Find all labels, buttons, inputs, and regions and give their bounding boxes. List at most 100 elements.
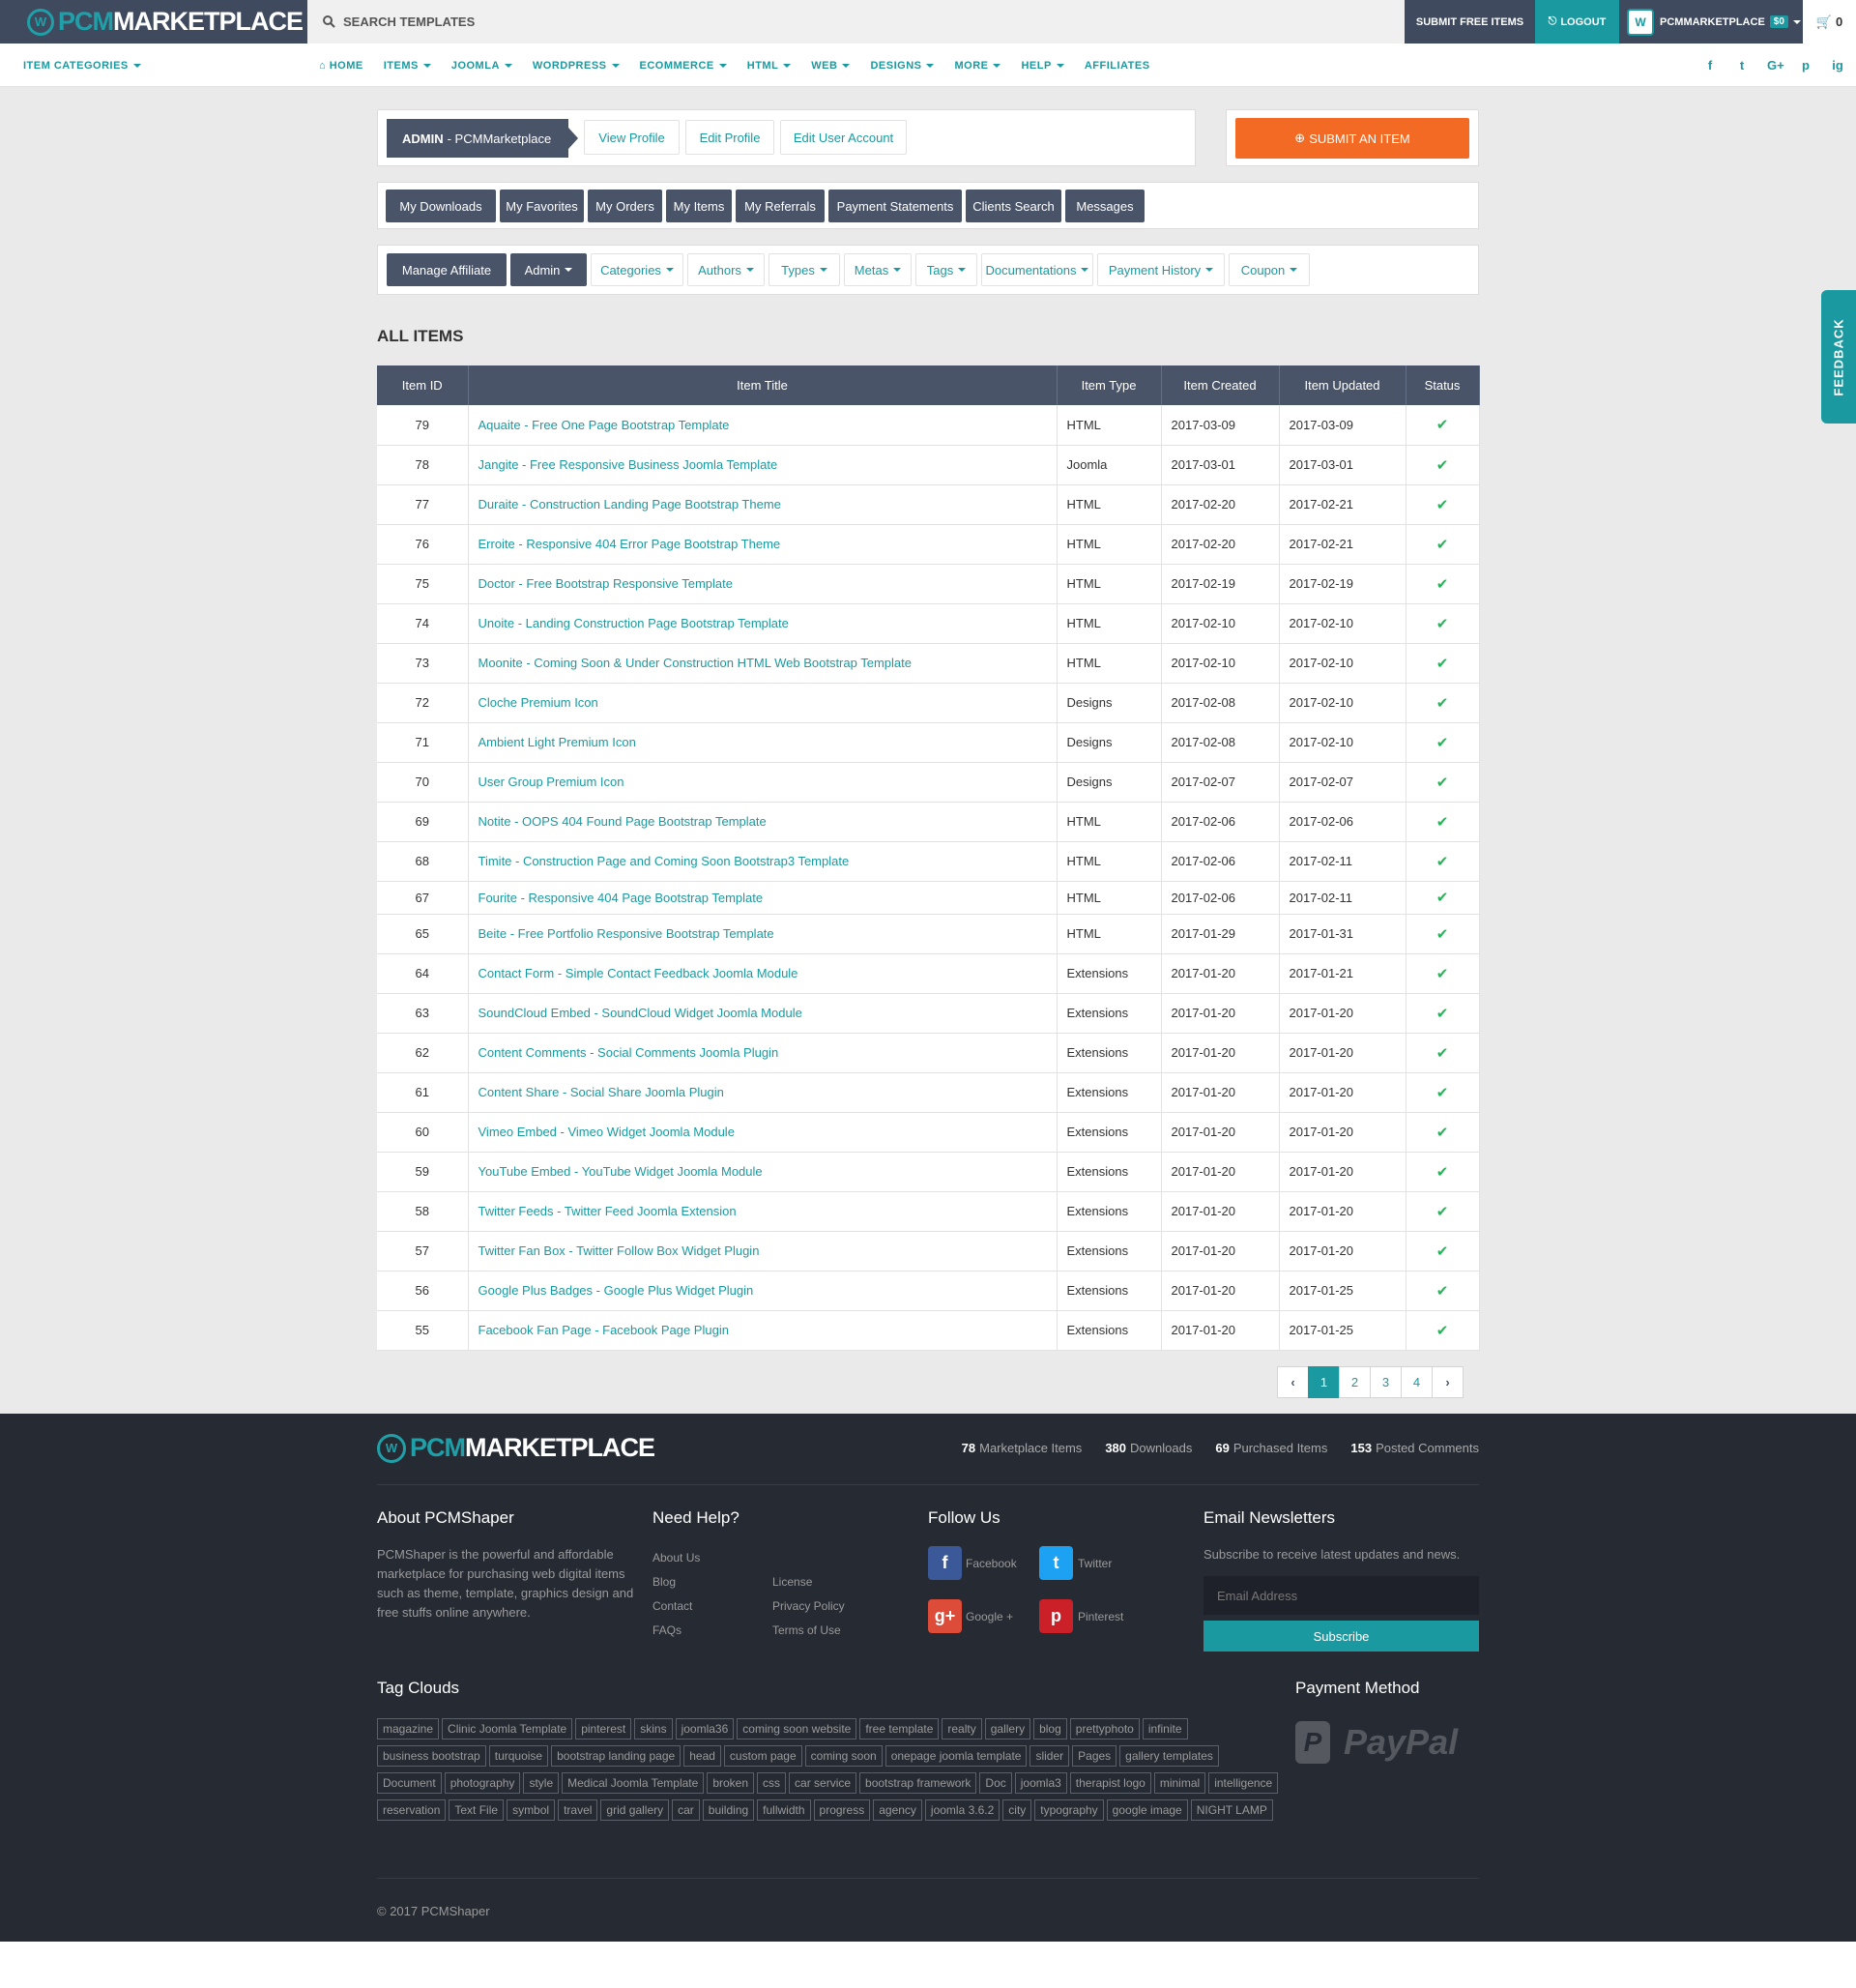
tag-item[interactable]: custom page <box>723 1745 802 1767</box>
tag-item[interactable]: head <box>683 1745 721 1767</box>
pinterest-link[interactable]: Pinterest <box>1078 1610 1123 1623</box>
submit-an-item-button[interactable]: ⊕ SUBMIT AN ITEM <box>1235 118 1469 159</box>
link-privacy-policy[interactable]: Privacy Policy <box>772 1599 845 1613</box>
col-header-status[interactable]: Status <box>1406 365 1480 405</box>
cell-item-title-link[interactable]: Doctor - Free Bootstrap Responsive Templ… <box>468 564 1058 604</box>
google-plus-link[interactable]: Google + <box>966 1610 1013 1623</box>
tab-my-items[interactable]: My Items <box>666 190 732 222</box>
cell-item-title-link[interactable]: Fourite - Responsive 404 Page Bootstrap … <box>468 881 1058 915</box>
nav-joomla[interactable]: JOOMLA <box>451 60 512 72</box>
google-plus-icon[interactable]: G+ <box>1767 58 1784 73</box>
cell-item-title-link[interactable]: Beite - Free Portfolio Responsive Bootst… <box>468 914 1058 954</box>
facebook-icon[interactable]: f <box>928 1546 962 1580</box>
pinterest-icon[interactable]: p <box>1799 58 1812 73</box>
next-page-icon[interactable]: › <box>1432 1366 1464 1398</box>
tag-item[interactable]: reservation <box>377 1799 447 1821</box>
nav-wordpress[interactable]: WORDPRESS <box>533 60 620 72</box>
footer-logo[interactable]: W PCM MARKETPLACE <box>377 1433 655 1463</box>
prev-page-icon[interactable]: ‹ <box>1277 1366 1309 1398</box>
page-1[interactable]: 1 <box>1308 1366 1340 1398</box>
types-dropdown[interactable]: Types <box>768 253 840 286</box>
tab-my-favorites[interactable]: My Favorites <box>500 190 584 222</box>
nav-help[interactable]: HELP <box>1021 60 1064 72</box>
tag-item[interactable]: fullwidth <box>757 1799 811 1821</box>
link-blog[interactable]: Blog <box>652 1575 676 1589</box>
tag-item[interactable]: onepage joomla template <box>884 1745 1028 1767</box>
link-license[interactable]: License <box>772 1575 812 1589</box>
tag-item[interactable]: gallery <box>984 1718 1031 1740</box>
tag-item[interactable]: gallery templates <box>1119 1745 1219 1767</box>
tab-messages[interactable]: Messages <box>1065 190 1145 222</box>
tag-item[interactable]: magazine <box>377 1718 440 1740</box>
cell-item-title-link[interactable]: Contact Form - Simple Contact Feedback J… <box>468 953 1058 994</box>
tag-item[interactable]: slider <box>1030 1745 1070 1767</box>
cell-item-title-link[interactable]: Google Plus Badges - Google Plus Widget … <box>468 1271 1058 1311</box>
tag-item[interactable]: bootstrap landing page <box>551 1745 682 1767</box>
tag-item[interactable]: Doc <box>979 1772 1012 1794</box>
facebook-icon[interactable]: f <box>1703 58 1717 73</box>
categories-dropdown[interactable]: Categories <box>591 253 683 286</box>
tag-item[interactable]: Clinic Joomla Template <box>442 1718 573 1740</box>
cell-item-title-link[interactable]: Twitter Fan Box - Twitter Follow Box Wid… <box>468 1231 1058 1272</box>
cell-item-title-link[interactable]: Content Share - Social Share Joomla Plug… <box>468 1072 1058 1113</box>
link-terms[interactable]: Terms of Use <box>772 1623 841 1637</box>
twitter-icon[interactable]: t <box>1039 1546 1073 1580</box>
cell-item-title-link[interactable]: Unoite - Landing Construction Page Boots… <box>468 603 1058 644</box>
tag-item[interactable]: css <box>757 1772 787 1794</box>
tag-item[interactable]: symbol <box>507 1799 556 1821</box>
tag-item[interactable]: infinite <box>1142 1718 1188 1740</box>
site-logo[interactable]: W PCM MARKETPLACE <box>0 0 307 44</box>
tag-item[interactable]: skins <box>634 1718 673 1740</box>
link-contact[interactable]: Contact <box>652 1599 692 1613</box>
tag-item[interactable]: prettyphoto <box>1069 1718 1140 1740</box>
tag-item[interactable]: joomla36 <box>675 1718 735 1740</box>
tag-item[interactable]: building <box>702 1799 755 1821</box>
facebook-link[interactable]: Facebook <box>966 1557 1017 1570</box>
submit-free-items-button[interactable]: SUBMIT FREE ITEMS <box>1405 0 1535 44</box>
tag-item[interactable]: bootstrap framework <box>859 1772 977 1794</box>
tag-item[interactable]: style <box>523 1772 560 1794</box>
cart-button[interactable]: 🛒 0 <box>1803 0 1856 44</box>
tag-item[interactable]: intelligence <box>1208 1772 1279 1794</box>
pinterest-icon[interactable]: p <box>1039 1599 1073 1633</box>
tag-item[interactable]: therapist logo <box>1069 1772 1151 1794</box>
tag-item[interactable]: grid gallery <box>600 1799 670 1821</box>
col-header-updated[interactable]: Item Updated <box>1279 365 1406 405</box>
logout-button[interactable]: ⎋ LOGOUT <box>1535 0 1619 44</box>
cell-item-title-link[interactable]: Timite - Construction Page and Coming So… <box>468 841 1058 882</box>
tag-item[interactable]: business bootstrap <box>377 1745 486 1767</box>
tab-my-orders[interactable]: My Orders <box>588 190 662 222</box>
tag-item[interactable]: pinterest <box>575 1718 632 1740</box>
tag-item[interactable]: city <box>1002 1799 1032 1821</box>
tab-my-downloads[interactable]: My Downloads <box>386 190 496 222</box>
page-3[interactable]: 3 <box>1370 1366 1402 1398</box>
tag-item[interactable]: photography <box>444 1772 521 1794</box>
instagram-icon[interactable]: ig <box>1831 58 1844 73</box>
col-header-title[interactable]: Item Title <box>468 365 1058 405</box>
nav-html[interactable]: HTML <box>747 60 792 72</box>
coupon-dropdown[interactable]: Coupon <box>1229 253 1310 286</box>
tag-item[interactable]: Text File <box>449 1799 505 1821</box>
nav-items[interactable]: ITEMS <box>384 60 431 72</box>
tag-item[interactable]: google image <box>1106 1799 1188 1821</box>
link-faqs[interactable]: FAQs <box>652 1623 682 1637</box>
search-input[interactable] <box>343 15 923 29</box>
cell-item-title-link[interactable]: Erroite - Responsive 404 Error Page Boot… <box>468 524 1058 565</box>
tag-item[interactable]: car service <box>789 1772 857 1794</box>
edit-user-account-button[interactable]: Edit User Account <box>780 120 907 155</box>
authors-dropdown[interactable]: Authors <box>687 253 765 286</box>
cell-item-title-link[interactable]: Duraite - Construction Landing Page Boot… <box>468 484 1058 525</box>
tab-clients-search[interactable]: Clients Search <box>966 190 1061 222</box>
twitter-link[interactable]: Twitter <box>1078 1557 1112 1570</box>
cell-item-title-link[interactable]: Ambient Light Premium Icon <box>468 722 1058 763</box>
tag-item[interactable]: Pages <box>1072 1745 1117 1767</box>
tag-item[interactable]: agency <box>873 1799 922 1821</box>
twitter-icon[interactable]: t <box>1735 58 1749 73</box>
tag-item[interactable]: broken <box>707 1772 755 1794</box>
cell-item-title-link[interactable]: Cloche Premium Icon <box>468 683 1058 723</box>
cell-item-title-link[interactable]: Content Comments - Social Comments Jooml… <box>468 1033 1058 1073</box>
tag-item[interactable]: minimal <box>1153 1772 1206 1794</box>
tag-item[interactable]: coming soon website <box>737 1718 857 1740</box>
tag-item[interactable]: car <box>672 1799 700 1821</box>
tag-item[interactable]: progress <box>813 1799 871 1821</box>
